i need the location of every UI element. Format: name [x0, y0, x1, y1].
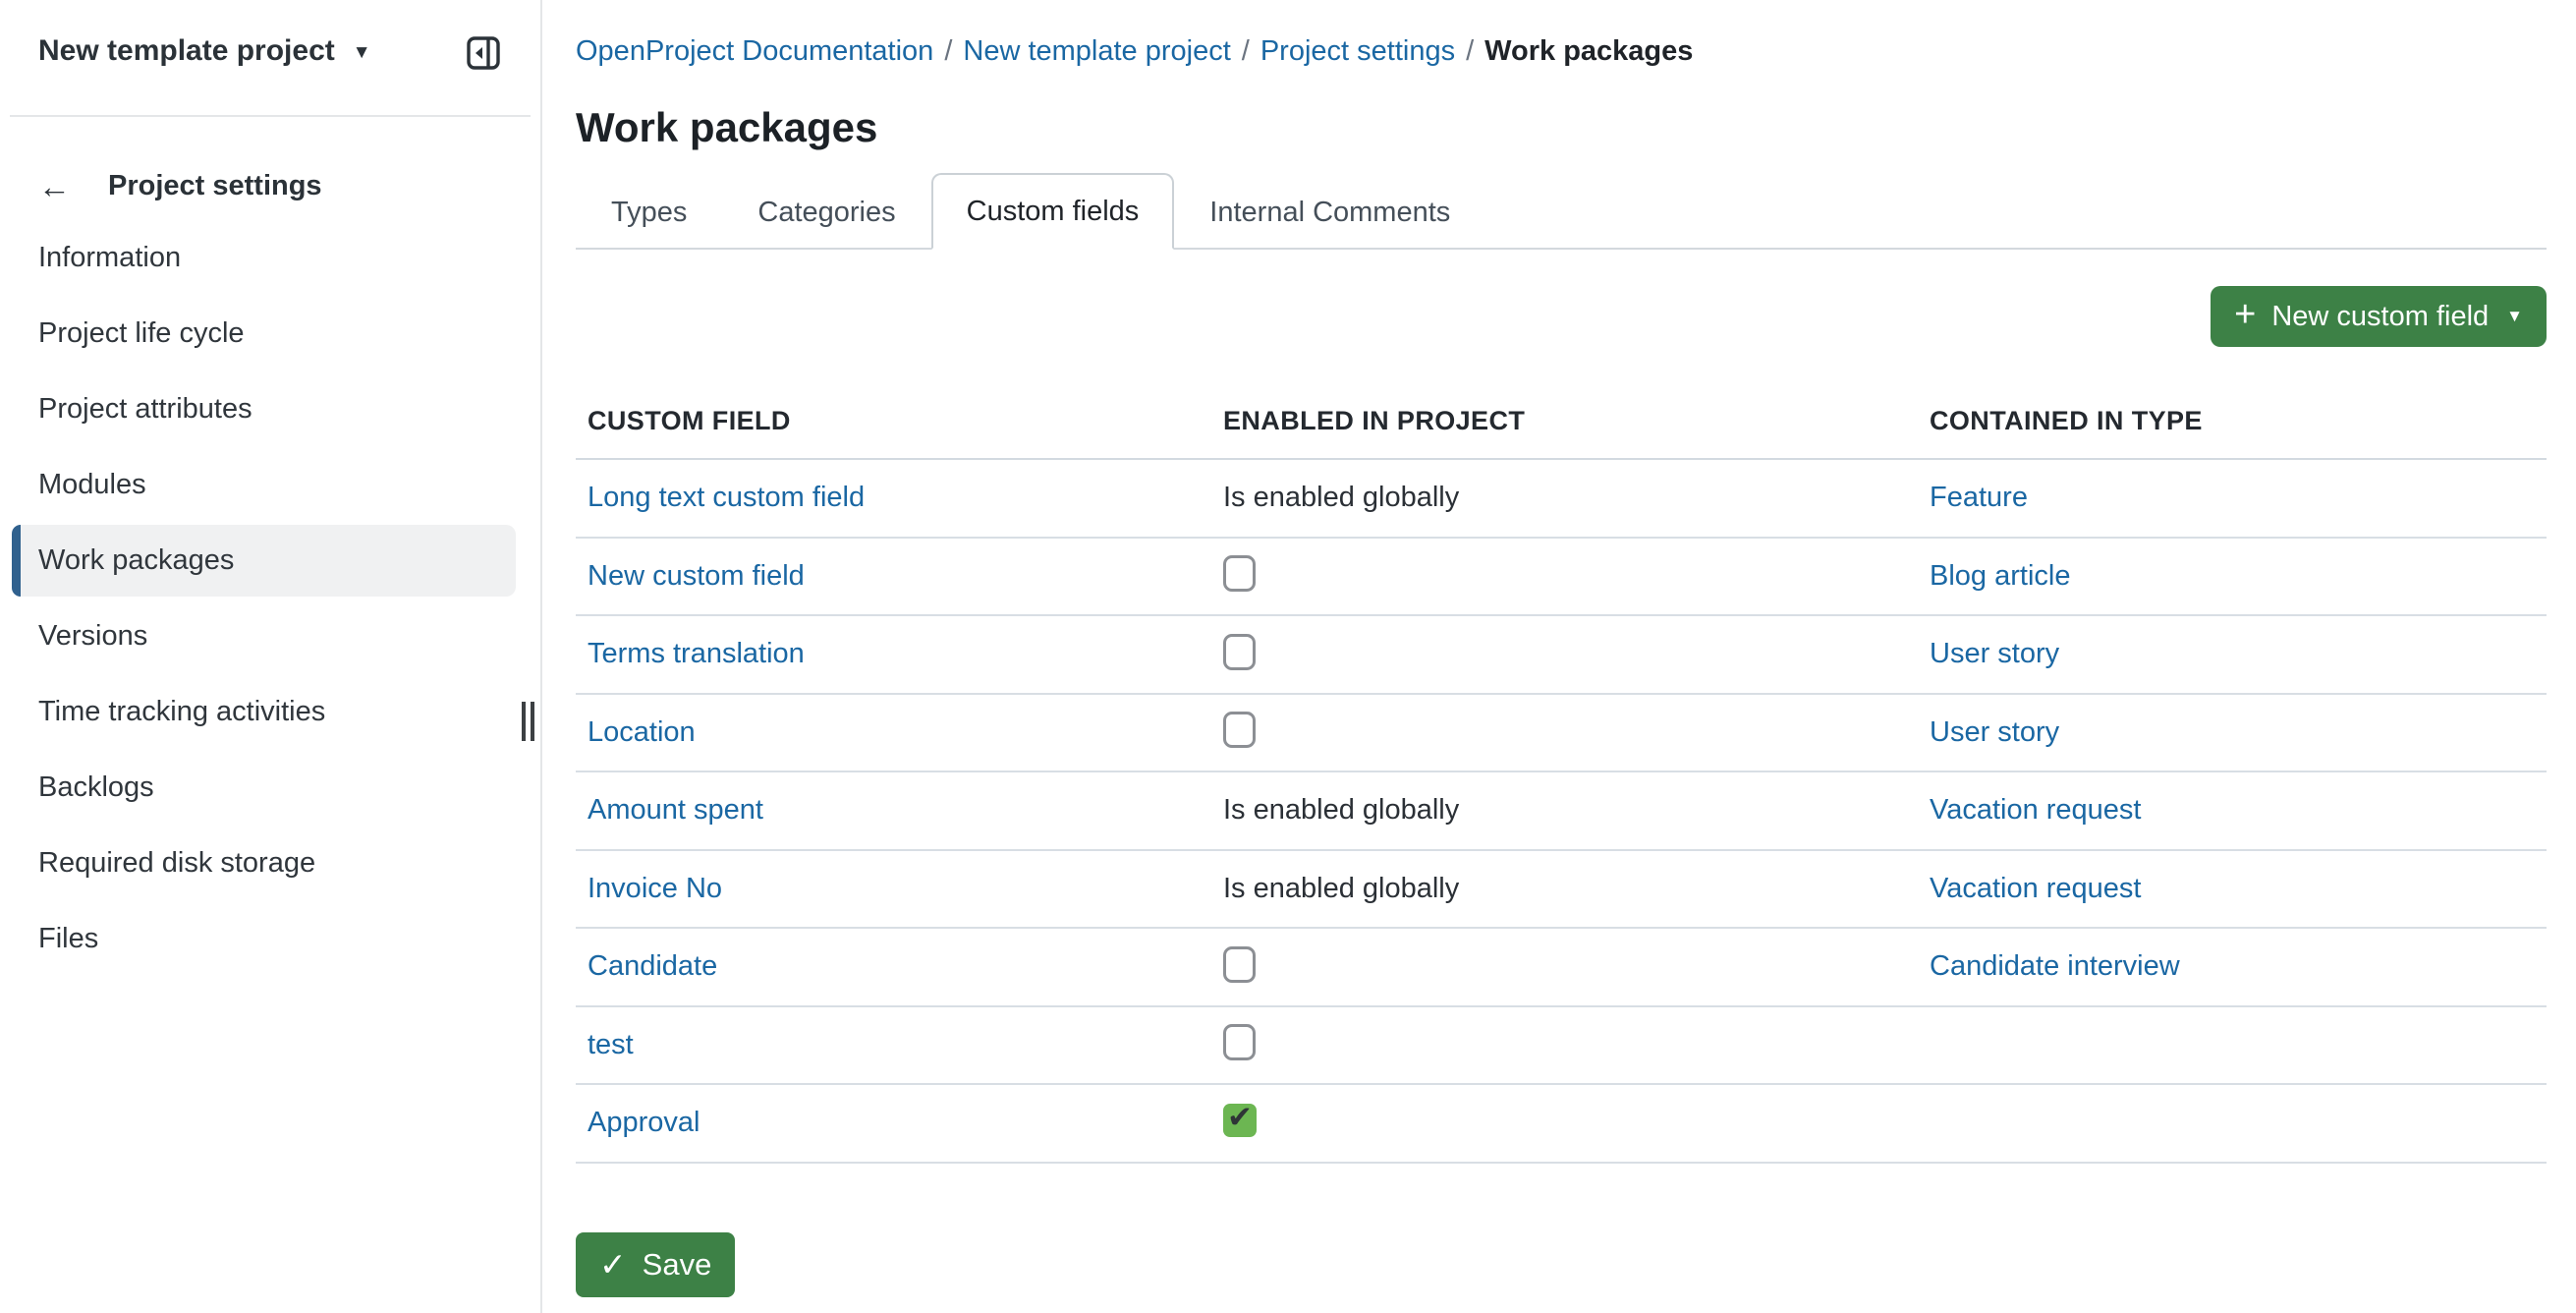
contained-type-link[interactable]: Blog article — [1930, 560, 2070, 592]
breadcrumb-link-project-settings[interactable]: Project settings — [1260, 35, 1455, 67]
breadcrumb-current: Work packages — [1484, 35, 1693, 67]
enabled-status-text: Is enabled globally — [1223, 873, 1459, 904]
sidebar-header: New template project ▼ — [0, 0, 540, 115]
tab-types[interactable]: Types — [576, 175, 722, 248]
table-header-row: CUSTOM FIELD ENABLED IN PROJECT CONTAINE… — [576, 347, 2547, 460]
sidebar-item-time-tracking-activities[interactable]: Time tracking activities — [0, 674, 540, 750]
contained-type-link[interactable]: Vacation request — [1930, 873, 2142, 904]
custom-field-link[interactable]: Invoice No — [588, 873, 722, 904]
plus-icon: + — [2234, 296, 2256, 333]
enabled-in-project-checkbox[interactable] — [1223, 555, 1256, 592]
custom-field-link[interactable]: Long text custom field — [588, 482, 865, 513]
breadcrumb-link-openproject-documentation[interactable]: OpenProject Documentation — [576, 35, 933, 67]
tab-bar: Types Categories Custom fields Internal … — [576, 173, 2547, 250]
project-settings-header: ← Project settings — [0, 167, 540, 204]
sidebar-divider — [10, 115, 531, 117]
sidebar-item-work-packages[interactable]: Work packages — [0, 523, 540, 599]
table-row: Candidate Candidate interview — [576, 929, 2547, 1007]
contained-type-link[interactable]: Candidate interview — [1930, 950, 2180, 982]
column-header-contained-in-type: CONTAINED IN TYPE — [1930, 406, 2547, 436]
custom-field-link[interactable]: New custom field — [588, 560, 805, 592]
new-custom-field-label: New custom field — [2271, 301, 2489, 333]
project-selector[interactable]: New template project ▼ — [38, 33, 371, 69]
enabled-in-project-checkbox[interactable] — [1223, 946, 1256, 983]
table-row: Long text custom field Is enabled global… — [576, 460, 2547, 539]
sidebar-item-project-life-cycle[interactable]: Project life cycle — [0, 296, 540, 371]
tab-internal-comments[interactable]: Internal Comments — [1174, 175, 1485, 248]
contained-type-link[interactable]: Feature — [1930, 482, 2028, 513]
sidebar: New template project ▼ ← Project setting… — [0, 0, 542, 1313]
table-row: Amount spent Is enabled globally Vacatio… — [576, 772, 2547, 851]
table-row: Invoice No Is enabled globally Vacation … — [576, 851, 2547, 930]
sidebar-resize-handle[interactable] — [522, 702, 534, 741]
chevron-down-icon: ▼ — [2506, 307, 2523, 326]
toolbar: + New custom field ▼ — [576, 286, 2547, 347]
table-row: Location User story — [576, 695, 2547, 773]
enabled-in-project-checkbox[interactable] — [1223, 634, 1256, 670]
table-row: New custom field Blog article — [576, 539, 2547, 617]
page-title: Work packages — [576, 104, 2547, 151]
back-arrow-icon[interactable]: ← — [38, 170, 108, 202]
settings-menu: Information Project life cycle Project a… — [0, 220, 540, 977]
sidebar-item-project-attributes[interactable]: Project attributes — [0, 371, 540, 447]
checkmark-icon: ✓ — [599, 1248, 627, 1281]
custom-field-link[interactable]: Candidate — [588, 950, 717, 982]
breadcrumb-link-new-template-project[interactable]: New template project — [963, 35, 1230, 67]
enabled-in-project-checkbox[interactable] — [1223, 1024, 1256, 1060]
contained-type-link[interactable]: User story — [1930, 638, 2059, 669]
tab-custom-fields[interactable]: Custom fields — [931, 173, 1175, 250]
enabled-status-text: Is enabled globally — [1223, 482, 1459, 513]
enabled-in-project-checkbox[interactable] — [1223, 712, 1256, 748]
contained-type-link[interactable]: User story — [1930, 716, 2059, 748]
column-header-enabled-in-project: ENABLED IN PROJECT — [1223, 406, 1930, 436]
enabled-status-text: Is enabled globally — [1223, 794, 1459, 826]
tab-categories[interactable]: Categories — [722, 175, 930, 248]
new-custom-field-button[interactable]: + New custom field ▼ — [2211, 286, 2547, 347]
breadcrumb: OpenProject Documentation / New template… — [576, 35, 2547, 67]
contained-type-link[interactable]: Vacation request — [1930, 794, 2142, 826]
table-row: Terms translation User story — [576, 616, 2547, 695]
custom-field-link[interactable]: Amount spent — [588, 794, 763, 826]
table-row: test — [576, 1007, 2547, 1086]
sidebar-item-files[interactable]: Files — [0, 901, 540, 977]
sidebar-item-modules[interactable]: Modules — [0, 447, 540, 523]
custom-field-link[interactable]: Approval — [588, 1107, 700, 1138]
enabled-in-project-checkbox-checked[interactable] — [1223, 1104, 1257, 1137]
custom-field-link[interactable]: test — [588, 1029, 634, 1060]
breadcrumb-separator: / — [944, 35, 952, 67]
save-button[interactable]: ✓ Save — [576, 1232, 735, 1297]
save-row: ✓ Save — [576, 1232, 2547, 1297]
custom-field-link[interactable]: Terms translation — [588, 638, 805, 669]
collapse-sidebar-button[interactable] — [466, 35, 501, 71]
custom-field-link[interactable]: Location — [588, 716, 696, 748]
main-content: OpenProject Documentation / New template… — [542, 0, 2576, 1313]
custom-fields-table: CUSTOM FIELD ENABLED IN PROJECT CONTAINE… — [576, 347, 2547, 1164]
column-header-custom-field: CUSTOM FIELD — [576, 406, 1223, 436]
breadcrumb-separator: / — [1466, 35, 1474, 67]
save-label: Save — [643, 1247, 712, 1283]
chevron-down-icon: ▼ — [353, 42, 371, 64]
sidebar-item-versions[interactable]: Versions — [0, 599, 540, 674]
collapse-sidebar-icon — [466, 35, 501, 71]
sidebar-item-required-disk-storage[interactable]: Required disk storage — [0, 826, 540, 901]
sidebar-item-information[interactable]: Information — [0, 220, 540, 296]
table-row: Approval — [576, 1085, 2547, 1164]
sidebar-item-backlogs[interactable]: Backlogs — [0, 750, 540, 826]
app-window: New template project ▼ ← Project setting… — [0, 0, 2576, 1313]
sidebar-section-title: Project settings — [108, 170, 322, 202]
project-title: New template project — [38, 33, 335, 69]
breadcrumb-separator: / — [1242, 35, 1250, 67]
